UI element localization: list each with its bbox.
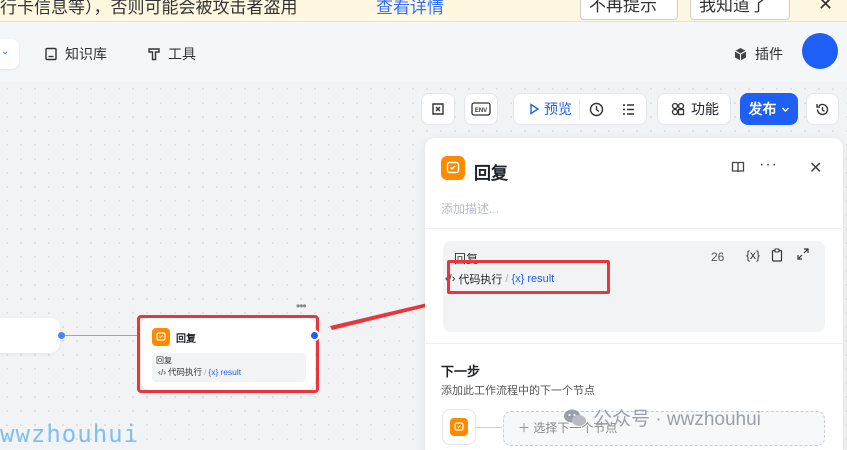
panel-title: 回复 [474,164,508,183]
next-step-description: 添加此工作流程中的下一个节点 [441,385,595,397]
docs-book-icon[interactable] [731,160,745,177]
next-step-title: 下一步 [441,364,481,379]
expand-icon[interactable] [797,248,809,263]
highlight-box-variable [447,260,610,294]
divider [425,343,843,344]
divider [425,228,843,229]
watermark-left: wwzhouhui [0,420,140,448]
clipboard-icon[interactable] [771,248,783,265]
more-icon[interactable]: ··· [759,156,778,174]
watermark-right-text: 公众号 · wwzhouhui [593,409,761,430]
plus-icon: ＋ [518,421,531,435]
watermark-right: 公众号 · wwzhouhui [563,404,761,431]
wechat-icon [564,409,586,426]
char-count: 26 [711,250,725,264]
insert-variable-icon[interactable]: {x} [746,248,760,262]
current-node-chip [442,409,476,445]
close-icon[interactable]: ✕ [809,158,822,178]
reply-icon [450,418,468,436]
reply-icon [441,156,465,180]
description-input[interactable]: 添加描述... [441,200,499,217]
next-connector [476,427,502,428]
